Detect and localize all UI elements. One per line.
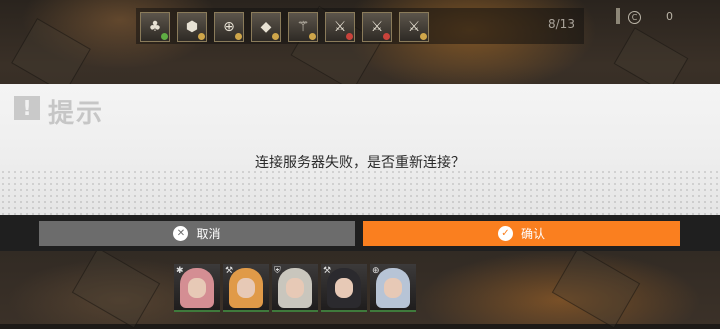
class-icon: ⛨ (274, 266, 281, 276)
status-dot (272, 33, 279, 40)
close-icon: ✕ (173, 226, 189, 241)
coin-icon: C (628, 11, 641, 24)
crossed-swords-icon[interactable]: ⚔ (325, 12, 355, 42)
status-dot (383, 33, 390, 40)
crossed-swords-icon[interactable]: ⚔ (399, 12, 429, 42)
status-dot (309, 33, 316, 40)
class-icon: ✱ (176, 266, 184, 276)
check-icon: ✓ (497, 226, 513, 241)
cancel-button[interactable]: ✕ 取消 (39, 221, 355, 246)
portrait-4[interactable]: ⚒ (321, 264, 367, 312)
bg-tile (11, 17, 91, 95)
alert-dialog: ! 提示 连接服务器失败，是否重新连接？ (0, 84, 720, 215)
crossed-swords-icon[interactable]: ⚔ (362, 12, 392, 42)
character-face (335, 278, 353, 298)
dialog-button-bar: ✕ 取消 ✓ 确认 (0, 215, 720, 251)
resource-value: 0 (666, 10, 673, 23)
status-dot (420, 33, 427, 40)
class-icon: ⊕ (372, 266, 380, 276)
hexagon-icon[interactable]: ⬢ (177, 12, 207, 42)
plant-icon[interactable]: ♣ (140, 12, 170, 42)
confirm-label: 确认 (520, 227, 545, 241)
character-face (188, 278, 206, 298)
portrait-2[interactable]: ⚒ (223, 264, 269, 312)
wand-icon[interactable]: ⚚ (288, 12, 318, 42)
character-face (237, 278, 255, 298)
bg-tile (551, 247, 641, 329)
diamond-icon[interactable]: ◆ (251, 12, 281, 42)
character-face (286, 278, 304, 298)
portrait-3[interactable]: ⛨ (272, 264, 318, 312)
confirm-button[interactable]: ✓ 确认 (363, 221, 680, 246)
character-face (384, 278, 402, 298)
dialog-message: 连接服务器失败，是否重新连接？ (255, 155, 465, 171)
status-dot (161, 33, 168, 40)
portrait-5[interactable]: ⊕ (370, 264, 416, 312)
class-icon: ⚒ (225, 266, 234, 276)
cancel-label: 取消 (196, 227, 221, 241)
stage-counter: 8/13 (548, 17, 575, 31)
dialog-title: 提示 (48, 99, 105, 129)
exclamation-icon: ! (14, 96, 40, 120)
status-dot (235, 33, 242, 40)
crosshair-icon[interactable]: ⊕ (214, 12, 244, 42)
status-dot (198, 33, 205, 40)
resource-divider (616, 8, 620, 24)
portrait-1[interactable]: ✱ (174, 264, 220, 312)
bg-tile (71, 247, 161, 329)
class-icon: ⚒ (323, 266, 332, 276)
status-dot (346, 33, 353, 40)
